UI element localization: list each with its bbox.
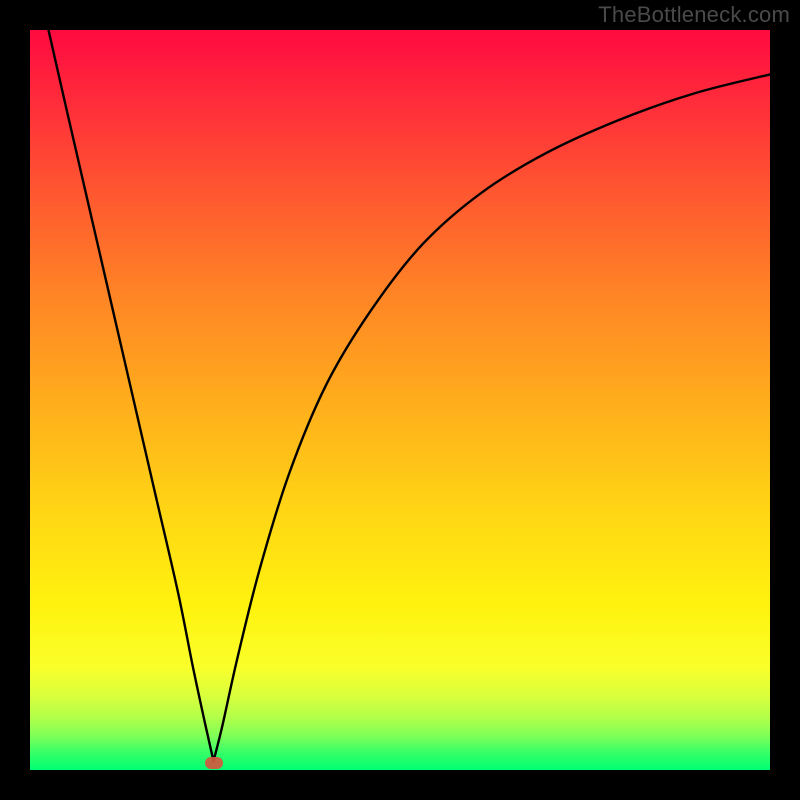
- curve-right-branch: [214, 74, 770, 761]
- chart-container: TheBottleneck.com: [0, 0, 800, 800]
- curve-left-branch: [49, 30, 214, 761]
- watermark-text: TheBottleneck.com: [598, 2, 790, 28]
- minimum-marker: [205, 757, 223, 769]
- plot-area: [30, 30, 770, 770]
- curve-svg: [30, 30, 770, 770]
